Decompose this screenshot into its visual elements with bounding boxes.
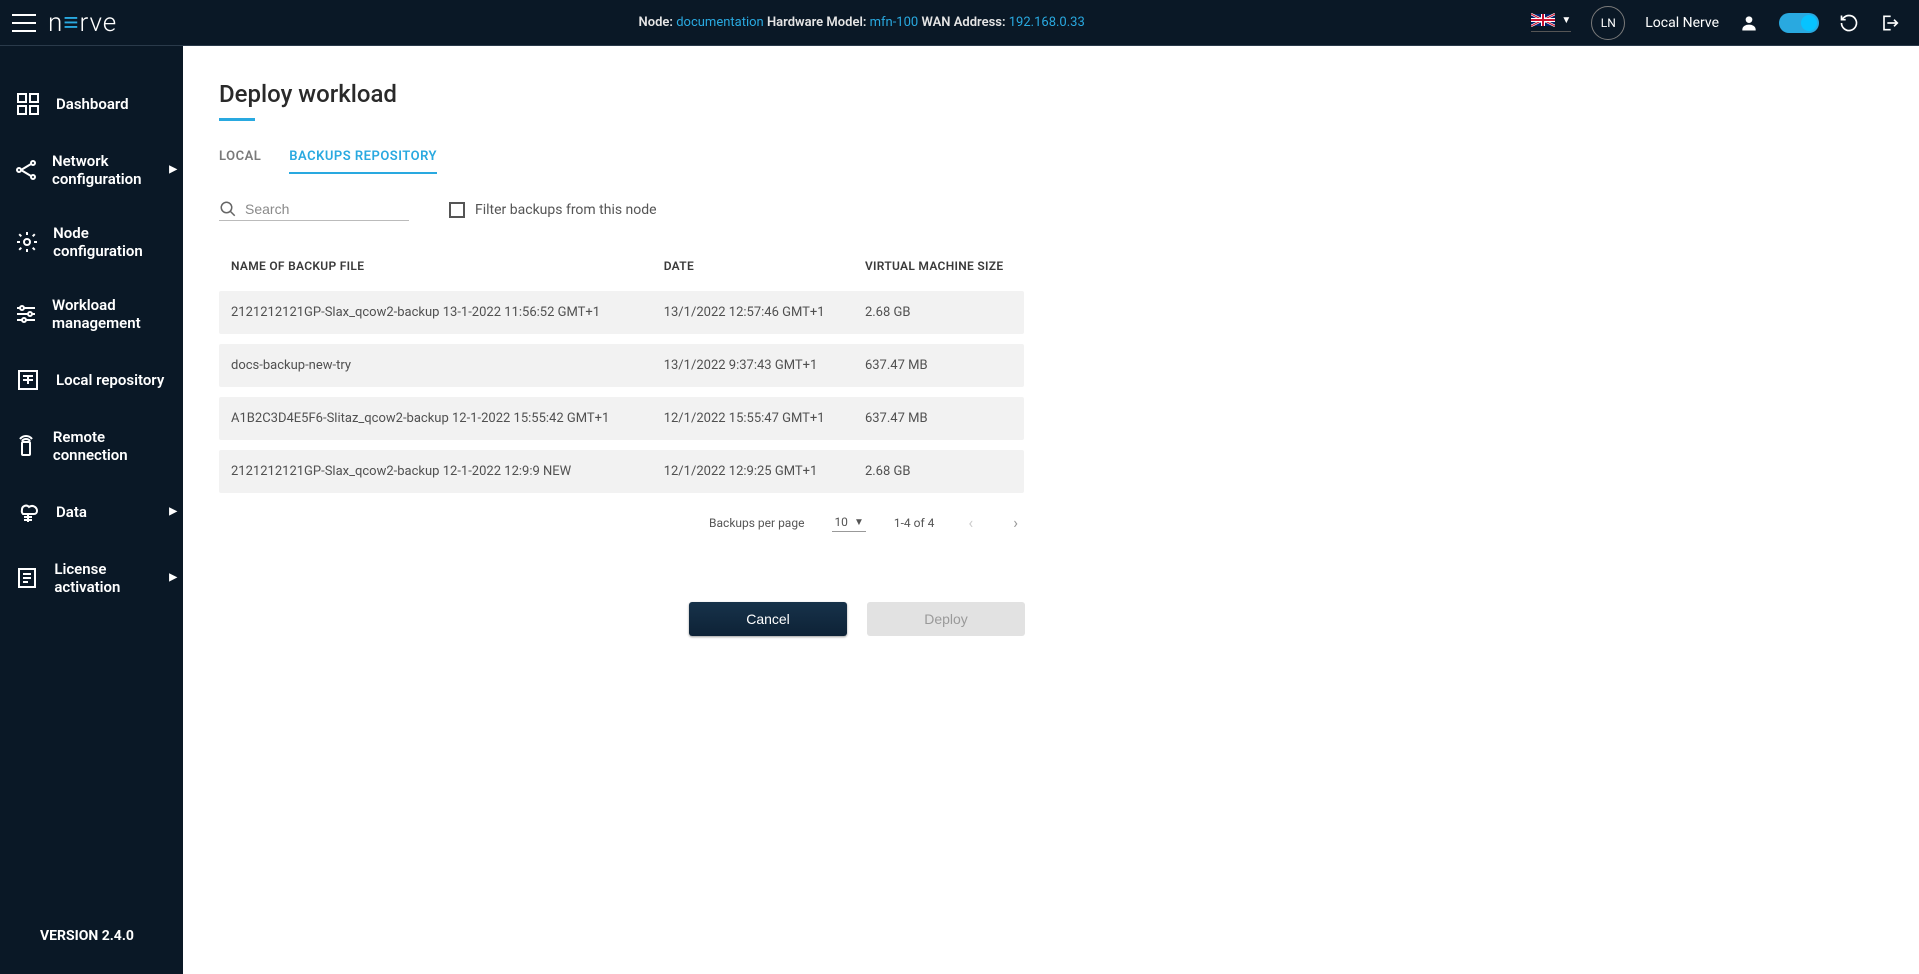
cell-name: docs-backup-new-try [219,344,652,387]
version-label: VERSION 2.4.0 [0,928,183,974]
sidebar-item-label: License activation [54,560,169,596]
license-icon [14,566,40,590]
sidebar-item-remote-connection[interactable]: Remote connection [0,410,183,482]
per-page-select[interactable]: 10 ▼ [832,513,865,532]
per-page-label: Backups per page [709,516,804,530]
user-icon[interactable] [1739,13,1759,33]
table-row[interactable]: docs-backup-new-try 13/1/2022 9:37:43 GM… [219,344,1024,387]
search-field[interactable] [219,198,409,221]
avatar[interactable]: LN [1591,6,1625,40]
page-range: 1-4 of 4 [894,516,935,530]
tab-backups-repository[interactable]: BACKUPS REPOSITORY [289,149,437,174]
chevron-right-icon: ▶ [169,572,177,584]
chevron-right-icon: ▶ [169,164,177,176]
cell-date: 13/1/2022 12:57:46 GMT+1 [652,291,853,334]
sidebar-item-data[interactable]: Data ▶ [0,482,183,542]
sidebar-item-label: Data [56,503,87,521]
cell-size: 637.47 MB [853,344,1024,387]
main-content: Deploy workload LOCAL BACKUPS REPOSITORY… [183,46,1919,974]
sidebar-item-local-repository[interactable]: Local repository [0,350,183,410]
cell-date: 13/1/2022 9:37:43 GMT+1 [652,344,853,387]
cell-date: 12/1/2022 15:55:47 GMT+1 [652,397,853,440]
sidebar-item-dashboard[interactable]: Dashboard [0,74,183,134]
search-input[interactable] [245,201,409,217]
sidebar: Dashboard Network configuration ▶ Node c… [0,46,183,974]
dashboard-icon [14,92,42,116]
wan-value: 192.168.0.33 [1009,15,1085,30]
topbar: n≡rve Node: documentation Hardware Model… [0,0,1919,46]
sidebar-item-label: Dashboard [56,95,129,113]
logo: n≡rve [48,7,117,38]
search-icon [219,200,237,218]
table-row[interactable]: 2121212121GP-Slax_qcow2-backup 12-1-2022… [219,450,1024,493]
cell-name: 2121212121GP-Slax_qcow2-backup 13-1-2022… [219,291,652,334]
hw-label: Hardware Model: [767,15,866,30]
table-row[interactable]: A1B2C3D4E5F6-Slitaz_qcow2-backup 12-1-20… [219,397,1024,440]
sidebar-item-workload-management[interactable]: Workload management [0,278,183,350]
filter-label: Filter backups from this node [475,202,657,218]
flag-uk-icon [1531,13,1555,27]
logout-icon[interactable] [1879,13,1899,33]
language-selector[interactable]: ▼ [1531,13,1571,32]
title-underline [219,118,255,121]
sidebar-item-label: Network configuration [52,152,169,188]
node-value: documentation [676,15,764,30]
sidebar-item-label: Local repository [56,371,164,389]
cell-date: 12/1/2022 12:9:25 GMT+1 [652,450,853,493]
theme-toggle[interactable] [1779,13,1819,33]
deploy-button[interactable]: Deploy [867,602,1025,636]
column-header-name: NAME OF BACKUP FILE [219,259,652,281]
column-header-date: DATE [652,259,853,281]
sidebar-item-node-configuration[interactable]: Node configuration [0,206,183,278]
node-label: Node: [639,15,673,30]
page-title: Deploy workload [219,80,1883,108]
node-info: Node: documentation Hardware Model: mfn-… [192,15,1531,30]
cell-name: A1B2C3D4E5F6-Slitaz_qcow2-backup 12-1-20… [219,397,652,440]
sidebar-item-label: Workload management [52,296,169,332]
chevron-down-icon: ▼ [1561,15,1571,26]
sidebar-item-license-activation[interactable]: License activation ▶ [0,542,183,614]
cell-size: 2.68 GB [853,291,1024,334]
table-row[interactable]: 2121212121GP-Slax_qcow2-backup 13-1-2022… [219,291,1024,334]
per-page-value: 10 [834,515,848,529]
cloud-data-icon [14,500,42,524]
filter-checkbox[interactable] [449,202,465,218]
cancel-button[interactable]: Cancel [689,602,847,636]
chevron-down-icon: ▼ [854,517,864,528]
sidebar-item-label: Node configuration [53,224,169,260]
sidebar-item-label: Remote connection [53,428,169,464]
remote-icon [14,434,39,458]
refresh-icon[interactable] [1839,13,1859,33]
hw-value: mfn-100 [870,15,919,30]
repository-icon [14,368,42,392]
column-header-size: VIRTUAL MACHINE SIZE [853,259,1024,281]
page-next[interactable]: › [1007,513,1024,532]
cell-size: 637.47 MB [853,397,1024,440]
sliders-icon [14,302,38,326]
gear-icon [14,230,39,254]
hamburger-icon[interactable] [12,13,36,33]
backups-table: NAME OF BACKUP FILE DATE VIRTUAL MACHINE… [219,249,1024,503]
tabs: LOCAL BACKUPS REPOSITORY [219,149,1883,174]
tenant-name: Local Nerve [1645,15,1719,31]
tab-local[interactable]: LOCAL [219,149,261,174]
chevron-right-icon: ▶ [169,506,177,518]
network-icon [14,158,38,182]
wan-label: WAN Address: [921,15,1005,30]
page-prev[interactable]: ‹ [962,513,979,532]
sidebar-item-network-configuration[interactable]: Network configuration ▶ [0,134,183,206]
cell-size: 2.68 GB [853,450,1024,493]
cell-name: 2121212121GP-Slax_qcow2-backup 12-1-2022… [219,450,652,493]
pager: Backups per page 10 ▼ 1-4 of 4 ‹ › [219,513,1024,532]
